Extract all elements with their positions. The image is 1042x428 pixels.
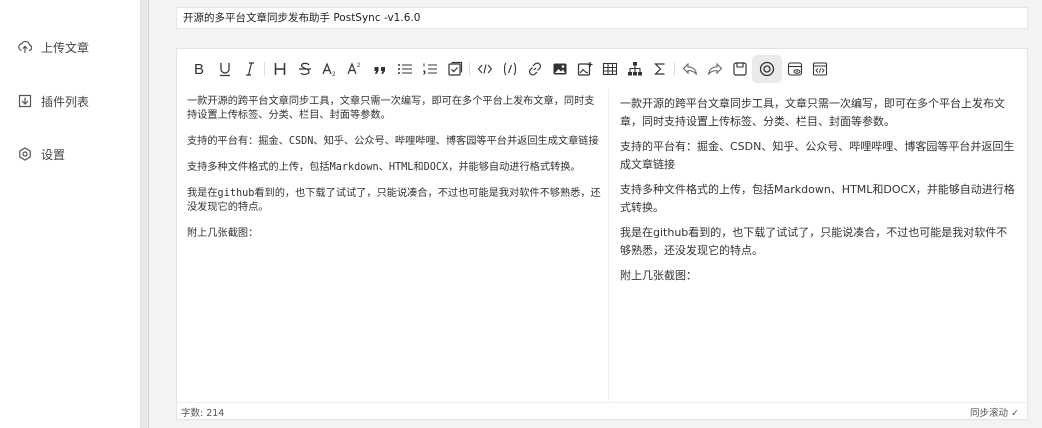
image-upload-icon[interactable]	[572, 55, 597, 83]
redo-icon[interactable]	[702, 55, 727, 83]
image-icon[interactable]	[547, 55, 572, 83]
preview-paragraph: 支持多种文件格式的上传，包括Markdown、HTML和DOCX，并能够自动进行…	[620, 183, 1015, 214]
article-title-field[interactable]: 开源的多平台文章同步发布助手 PostSync -v1.6.0	[176, 7, 1028, 29]
toolbar-separator	[264, 62, 265, 76]
preview-paragraph: 一款开源的跨平台文章同步工具，文章只需一次编写，即可在多个平台上发布文章，同时支…	[620, 97, 1005, 128]
heading-button[interactable]	[267, 55, 292, 83]
preview-paragraph: 我是在github看到的，也下载了试试了，只能说凑合，不过也可能是我对软件不够熟…	[620, 226, 1008, 257]
sidebar-item-label: 设置	[41, 147, 66, 162]
source-paragraph: 一款开源的跨平台文章同步工具，文章只需一次编写，即可在多个平台上发布文章，同时支…	[187, 96, 595, 121]
sidebar-item-label: 插件列表	[41, 94, 90, 109]
strikethrough-button[interactable]	[292, 55, 317, 83]
ordered-list-button[interactable]	[417, 55, 442, 83]
link-icon[interactable]	[522, 55, 547, 83]
preview-toggle-icon[interactable]	[752, 55, 782, 83]
sidebar-resize-handle[interactable]	[140, 0, 149, 428]
underline-button[interactable]	[212, 55, 237, 83]
sync-scroll-toggle[interactable]: 同步滚动 ✓	[970, 405, 1019, 419]
table-icon[interactable]	[597, 55, 622, 83]
source-paragraph: 支持的平台有：掘金、CSDN、知乎、公众号、哔哩哔哩、博客园等平台并返回生成文章…	[187, 136, 599, 147]
formula-icon[interactable]	[647, 55, 672, 83]
source-paragraph: 支持多种文件格式的上传，包括Markdown、HTML和DOCX，并能够自动进行…	[187, 162, 581, 173]
markdown-source-pane[interactable]: 一款开源的跨平台文章同步工具，文章只需一次编写，即可在多个平台上发布文章，同时支…	[187, 95, 601, 395]
sidebar-item-settings[interactable]: 设置	[18, 145, 65, 163]
settings-icon	[18, 147, 32, 161]
bold-button[interactable]: B	[187, 55, 212, 83]
word-count: 字数: 214	[181, 407, 225, 419]
undo-icon[interactable]	[677, 55, 702, 83]
inline-code-button[interactable]	[472, 55, 497, 83]
upload-icon	[18, 40, 32, 54]
markdown-editor: B 2 2 一款开源的跨平台文章同步工具，文章只需一次编写，即可在多个平台上发布…	[176, 48, 1028, 420]
html-preview-icon[interactable]	[807, 55, 832, 83]
preview-paragraph: 支持的平台有：掘金、CSDN、知乎、公众号、哔哩哔哩、博客园等平台并返回生成文章…	[620, 140, 1015, 171]
save-icon[interactable]	[727, 55, 752, 83]
sidebar-item-plugins[interactable]: 插件列表	[18, 92, 89, 110]
code-block-button[interactable]	[497, 55, 522, 83]
task-list-button[interactable]	[442, 55, 467, 83]
toolbar-separator	[674, 62, 675, 76]
editor-status-bar: 字数: 214 同步滚动 ✓	[177, 402, 1027, 420]
preview-paragraph: 附上几张截图：	[620, 269, 697, 282]
subscript-button[interactable]: 2	[317, 55, 342, 83]
preview-only-icon[interactable]	[782, 55, 807, 83]
toolbar-separator	[469, 62, 470, 76]
italic-button[interactable]	[237, 55, 262, 83]
sidebar: 上传文章 插件列表 设置	[0, 0, 140, 428]
source-paragraph: 附上几张截图：	[187, 228, 259, 239]
main-content: 开源的多平台文章同步发布助手 PostSync -v1.6.0 B 2 2 一款…	[158, 0, 1042, 428]
svg-text:B: B	[194, 61, 204, 77]
superscript-button[interactable]: 2	[342, 55, 367, 83]
source-paragraph: 我是在github看到的，也下载了试试了，只能说凑合，不过也可能是我对软件不够熟…	[187, 188, 601, 213]
sidebar-item-label: 上传文章	[41, 40, 90, 55]
plugin-icon	[18, 94, 32, 108]
unordered-list-button[interactable]	[392, 55, 417, 83]
diagram-icon[interactable]	[622, 55, 647, 83]
preview-pane: 一款开源的跨平台文章同步工具，文章只需一次编写，即可在多个平台上发布文章，同时支…	[620, 95, 1018, 395]
sidebar-item-upload[interactable]: 上传文章	[18, 38, 89, 56]
svg-text:2: 2	[357, 63, 361, 69]
quote-button[interactable]	[367, 55, 392, 83]
pane-divider	[608, 89, 609, 401]
svg-text:2: 2	[332, 72, 336, 77]
editor-toolbar: B 2 2	[177, 49, 1027, 89]
